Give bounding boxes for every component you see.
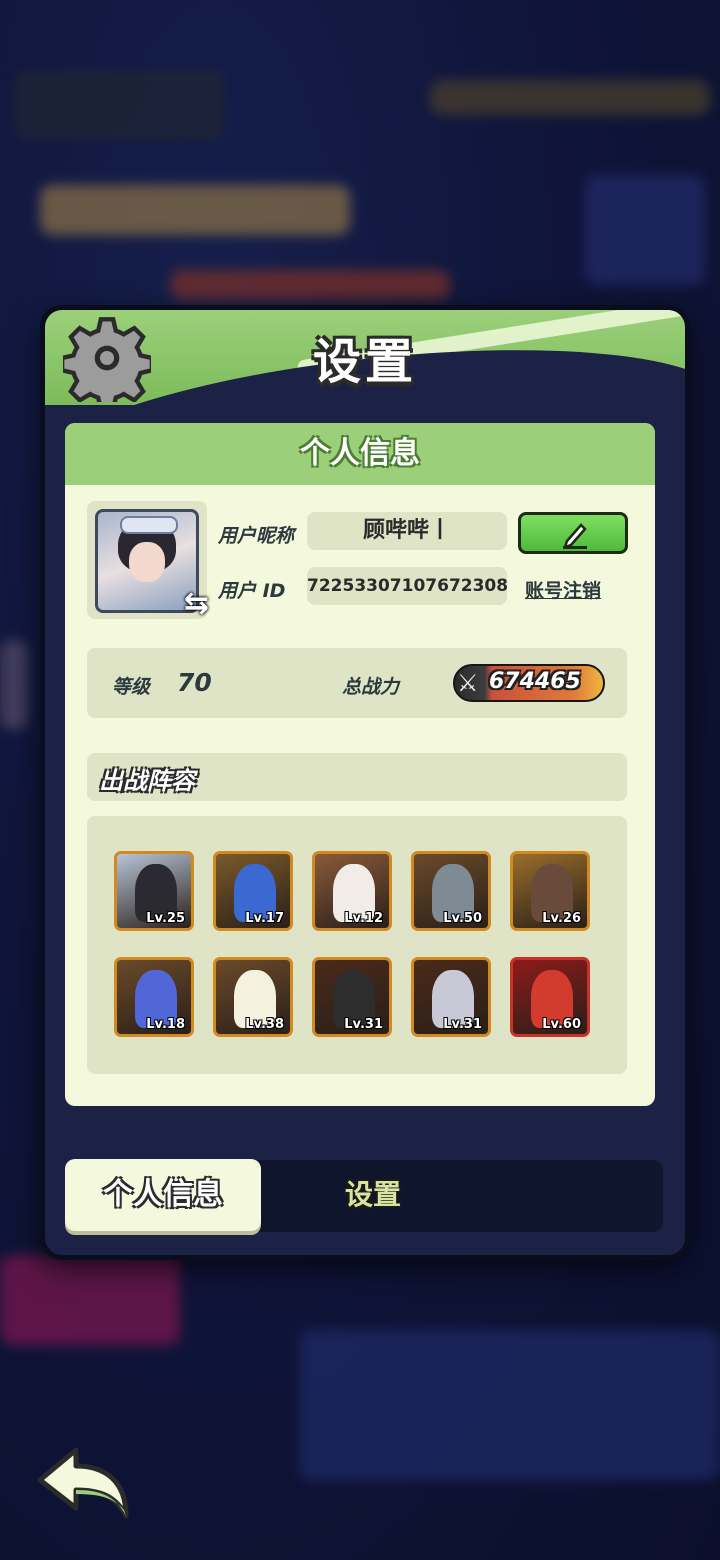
hero-level: Lv.31 (443, 1017, 482, 1032)
avatar-frame[interactable]: ⇆ (87, 501, 209, 621)
hero-slot[interactable]: Lv.17 (213, 851, 293, 931)
back-arrow-icon[interactable] (34, 1444, 134, 1524)
account-delete-link[interactable]: 账号注销 (525, 576, 601, 603)
pencil-icon (563, 523, 587, 549)
user-id-label: 用户 ID (218, 580, 286, 602)
hero-slot[interactable]: Lv.60 (510, 957, 590, 1037)
team-lineup: Lv.25 Lv.17 Lv.12 Lv.50 Lv.26 Lv.18 Lv.38 Lv.31… (87, 816, 627, 1074)
hero-slot[interactable]: Lv.38 (213, 957, 293, 1037)
level-label: 等级 (112, 676, 151, 698)
hero-level: Lv.18 (146, 1017, 185, 1032)
hero-slot[interactable]: Lv.25 (114, 851, 194, 931)
profile-card: 个人信息 ⇆ 用户昵称 顾哔哔丨 用户 ID 72253307107672308… (65, 423, 655, 1106)
level-value: 70 (177, 668, 212, 697)
hero-level: Lv.26 (542, 911, 581, 926)
edit-nickname-button[interactable] (518, 512, 628, 554)
team-section-bar: 出战阵容 (87, 753, 627, 801)
hero-level: Lv.31 (344, 1017, 383, 1032)
hero-level: Lv.60 (542, 1017, 581, 1032)
hero-slot[interactable]: Lv.50 (411, 851, 491, 931)
power-value: 674465 (489, 669, 581, 694)
user-id-field: 72253307107672308 (307, 567, 508, 605)
hero-level: Lv.38 (245, 1017, 284, 1032)
hero-slot[interactable]: Lv.31 (312, 957, 392, 1037)
hero-level: Lv.12 (344, 911, 383, 926)
nickname-label: 用户昵称 (218, 525, 295, 547)
avatar-face (129, 542, 165, 582)
power-label: 总战力 (342, 676, 400, 698)
power-badge: ⚔ 674465 (453, 664, 605, 702)
stats-bar: 等级 70 总战力 ⚔ 674465 (87, 648, 627, 718)
avatar-headdress (120, 516, 178, 534)
settings-panel: 设置 个人信息 ⇆ 用户昵称 顾哔哔丨 用户 ID 72253307107672… (40, 305, 690, 1260)
tab-settings[interactable]: 设置 (313, 1159, 433, 1231)
hero-slot[interactable]: Lv.18 (114, 957, 194, 1037)
swords-icon: ⚔ (457, 669, 479, 697)
hero-slot[interactable]: Lv.12 (312, 851, 392, 931)
swap-icon[interactable]: ⇆ (184, 586, 209, 621)
hero-level: Lv.50 (443, 911, 482, 926)
hero-slot[interactable]: Lv.31 (411, 957, 491, 1037)
hero-level: Lv.25 (146, 911, 185, 926)
hero-level: Lv.17 (245, 911, 284, 926)
tab-personal-info[interactable]: 个人信息 (65, 1159, 261, 1231)
hero-slot[interactable]: Lv.26 (510, 851, 590, 931)
nickname-field: 顾哔哔丨 (307, 512, 507, 550)
profile-card-title: 个人信息 (65, 423, 655, 485)
panel-title: 设置 (312, 334, 417, 390)
team-section-title: 出战阵容 (99, 767, 195, 795)
